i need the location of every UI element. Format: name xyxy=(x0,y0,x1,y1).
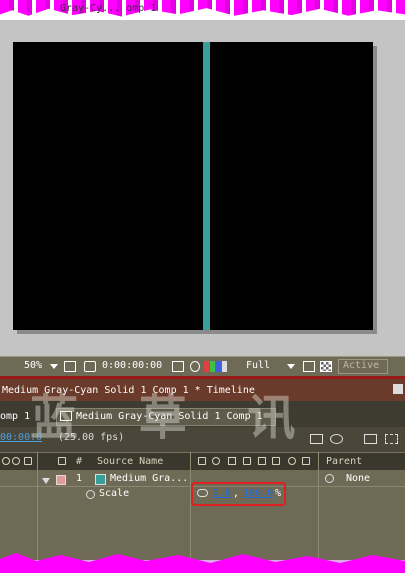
highlight-annotation xyxy=(191,482,286,506)
blue-channel-icon[interactable] xyxy=(216,361,221,372)
tab-comp-1[interactable]: omp 1 xyxy=(0,411,30,422)
effect-icon[interactable] xyxy=(243,457,251,465)
motion-blur-switch-icon[interactable] xyxy=(272,457,280,465)
timecode-display[interactable]: 0:00:00:00 xyxy=(102,360,162,371)
resolution-dropdown[interactable]: Full xyxy=(246,360,270,371)
transparency-grid-icon[interactable] xyxy=(320,361,332,372)
lock-icon[interactable] xyxy=(24,457,32,465)
motion-blur-icon[interactable] xyxy=(364,434,377,444)
alpha-channel-icon[interactable] xyxy=(222,361,227,372)
shy-icon[interactable] xyxy=(198,457,206,465)
snapshot-icon[interactable] xyxy=(172,361,184,372)
audio-icon[interactable] xyxy=(12,457,20,465)
expand-triangle-icon[interactable] xyxy=(42,478,50,484)
tab-active-label: Medium Gray-Cyan Solid 1 Comp 1 xyxy=(76,411,263,422)
property-scale-label: Scale xyxy=(99,488,130,499)
person-icon[interactable] xyxy=(190,361,200,372)
red-channel-icon[interactable] xyxy=(204,361,209,372)
column-divider xyxy=(190,452,191,560)
canvas-shadow xyxy=(373,46,377,334)
parent-dropdown[interactable]: None xyxy=(346,473,370,484)
column-parent[interactable]: Parent xyxy=(326,456,362,467)
quality-icon[interactable] xyxy=(228,457,236,465)
eye-icon[interactable] xyxy=(2,457,10,465)
green-channel-icon[interactable] xyxy=(210,361,215,372)
composition-canvas[interactable] xyxy=(13,42,373,330)
layer-index: 1 xyxy=(76,473,83,484)
composition-icon xyxy=(60,411,72,421)
frame-rate-label: (25.00 fps) xyxy=(58,432,125,443)
mask-icon[interactable] xyxy=(84,361,96,372)
column-divider xyxy=(37,452,38,560)
grid-icon[interactable] xyxy=(64,361,76,372)
cyan-solid-layer[interactable] xyxy=(203,42,210,330)
solid-layer-icon xyxy=(95,474,106,485)
timeline-title: Medium Gray-Cyan Solid 1 Comp 1 * Timeli… xyxy=(2,385,255,396)
canvas-shadow-bottom xyxy=(17,330,377,334)
column-number: # xyxy=(76,456,83,467)
graph-editor-icon[interactable] xyxy=(385,434,398,444)
zoom-dropdown[interactable]: 50% xyxy=(24,360,42,371)
pickwhip-icon[interactable] xyxy=(325,474,334,483)
window-title: Gray-Cy... omp 1 xyxy=(60,3,157,14)
adjustment-icon[interactable] xyxy=(288,457,296,465)
column-source-name[interactable]: Source Name xyxy=(97,456,163,467)
chevron-down-icon[interactable] xyxy=(287,364,295,369)
viewer-controls-bar: 50% 0:00:00:00 Full Active xyxy=(0,356,405,376)
layer-label-color[interactable] xyxy=(56,475,66,485)
draft-3d-icon[interactable] xyxy=(330,434,343,444)
close-icon[interactable] xyxy=(393,384,403,394)
region-of-interest-icon[interactable] xyxy=(303,361,315,372)
comp-flowchart-icon[interactable] xyxy=(310,434,323,444)
stopwatch-icon[interactable] xyxy=(86,490,95,499)
camera-dropdown[interactable]: Active xyxy=(338,359,388,374)
chevron-down-icon[interactable] xyxy=(50,364,58,369)
frame-blend-icon[interactable] xyxy=(258,457,266,465)
layer-name[interactable]: Medium Gra... xyxy=(110,473,188,484)
column-divider xyxy=(318,452,319,560)
collapse-icon[interactable] xyxy=(212,457,220,465)
current-time-display[interactable]: 00:00:0 xyxy=(0,432,42,443)
3d-layer-icon[interactable] xyxy=(302,457,310,465)
label-icon[interactable] xyxy=(58,457,66,465)
